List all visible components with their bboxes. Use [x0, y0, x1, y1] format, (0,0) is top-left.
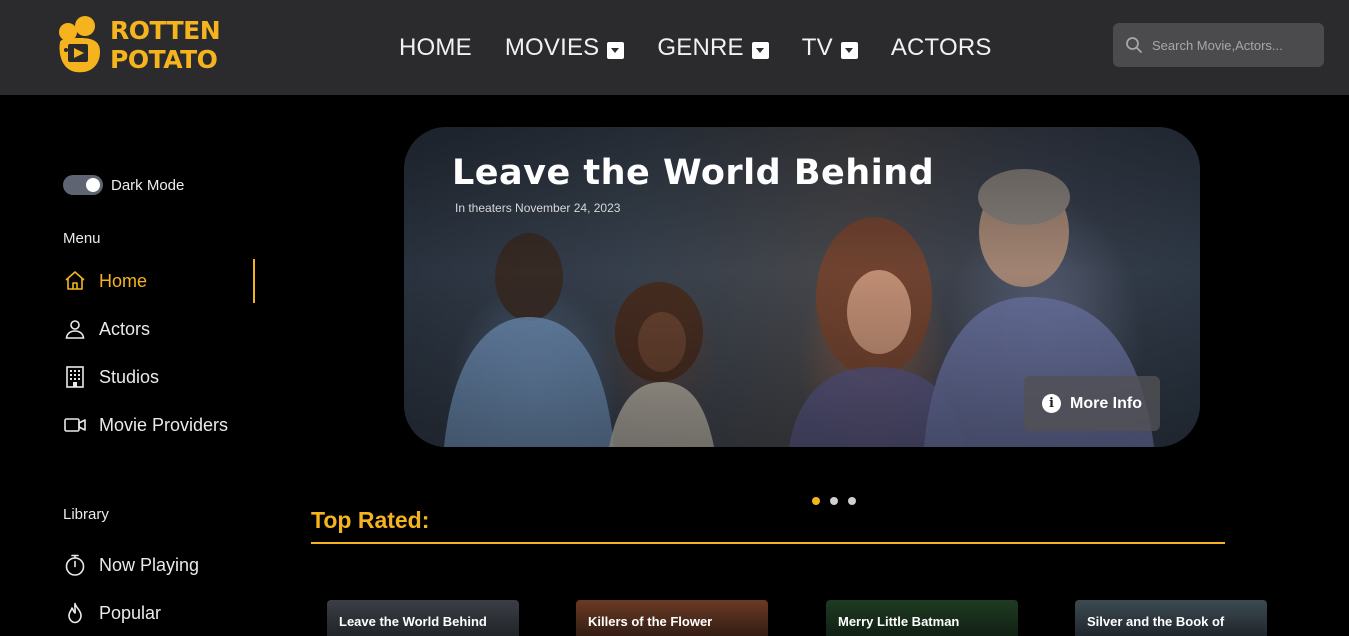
carousel-dot[interactable]	[848, 497, 856, 505]
movie-card-title: Leave the World Behind	[339, 614, 487, 629]
nav-movies-label: MOVIES	[504, 34, 600, 61]
sidebar-item-movie-providers[interactable]: Movie Providers	[63, 413, 228, 437]
movie-card[interactable]: Merry Little Batman	[826, 600, 1018, 636]
section-divider	[311, 542, 1225, 544]
movie-card-title: Silver and the Book of	[1087, 614, 1225, 629]
more-info-label: More Info	[1070, 394, 1142, 412]
sidebar-item-now-playing[interactable]: Now Playing	[63, 553, 199, 577]
main-nav: HOME MOVIES GENRE TV ACTORS	[399, 34, 1025, 62]
sidebar-item-label: Now Playing	[99, 554, 200, 575]
library-section-title: Library	[63, 506, 109, 523]
brand-line-2: POTATO	[110, 45, 218, 74]
carousel-pagination	[812, 497, 866, 505]
sidebar-item-label: Actors	[99, 318, 151, 339]
menu-section-title: Menu	[63, 230, 101, 247]
user-icon	[63, 317, 87, 341]
potato-camera-logo-icon	[59, 16, 100, 73]
caret-down-icon	[751, 41, 769, 59]
nav-genre[interactable]: GENRE	[657, 34, 769, 62]
caret-down-icon	[607, 41, 625, 59]
building-icon	[63, 365, 87, 389]
nav-actors[interactable]: ACTORS	[891, 34, 992, 62]
sidebar-item-label: Movie Providers	[99, 414, 229, 435]
sidebar-item-actors[interactable]: Actors	[63, 317, 150, 341]
dark-mode-label: Dark Mode	[111, 176, 185, 194]
search-box[interactable]	[1113, 23, 1324, 67]
nav-actors-label: ACTORS	[890, 34, 992, 61]
info-icon: i	[1042, 394, 1061, 413]
sidebar-item-studios[interactable]: Studios	[63, 365, 159, 389]
hero-title: Leave the World Behind	[452, 153, 935, 193]
dark-mode-row: Dark Mode	[63, 175, 184, 195]
hero-banner[interactable]: Leave the World Behind In theaters Novem…	[404, 127, 1200, 447]
caret-down-icon	[840, 41, 858, 59]
movie-card-title: Killers of the Flower	[588, 614, 713, 629]
movie-card[interactable]: Leave the World Behind	[327, 600, 519, 636]
search-input[interactable]	[1152, 37, 1312, 53]
sidebar-item-label: Home	[99, 270, 148, 291]
search-icon	[1126, 37, 1142, 53]
active-indicator	[253, 259, 255, 303]
nav-home[interactable]: HOME	[399, 34, 472, 62]
hero-release-date: In theaters November 24, 2023	[455, 201, 621, 215]
sidebar: Dark Mode Menu Home Actors Studios Movie…	[0, 95, 260, 636]
nav-genre-label: GENRE	[657, 34, 744, 61]
sidebar-item-popular[interactable]: Popular	[63, 601, 161, 625]
more-info-button[interactable]: i More Info	[1024, 376, 1160, 431]
sidebar-item-label: Popular	[99, 602, 162, 623]
sidebar-item-label: Studios	[99, 366, 160, 387]
top-rated-title: Top Rated:	[311, 507, 430, 533]
movie-card[interactable]: Killers of the Flower	[576, 600, 768, 636]
nav-tv-label: TV	[801, 34, 833, 61]
brand-logo[interactable]: ROTTEN POTATO	[54, 14, 221, 76]
nav-movies[interactable]: MOVIES	[505, 34, 625, 62]
brand-name: ROTTEN POTATO	[110, 16, 221, 74]
carousel-dot[interactable]	[830, 497, 838, 505]
dark-mode-toggle[interactable]	[63, 175, 103, 195]
video-camera-icon	[63, 413, 87, 437]
top-header: ROTTEN POTATO HOME MOVIES GENRE TV ACTOR…	[0, 0, 1349, 95]
stopwatch-icon	[63, 553, 87, 577]
brand-line-1: ROTTEN	[110, 16, 221, 45]
carousel-dot[interactable]	[812, 497, 820, 505]
sidebar-item-home[interactable]: Home	[63, 269, 147, 293]
flame-icon	[63, 601, 87, 625]
movie-card-title: Merry Little Batman	[838, 614, 960, 629]
nav-home-label: HOME	[399, 34, 472, 61]
movie-card[interactable]: Silver and the Book of	[1075, 600, 1267, 636]
home-icon	[63, 269, 87, 293]
nav-tv[interactable]: TV	[802, 34, 858, 62]
